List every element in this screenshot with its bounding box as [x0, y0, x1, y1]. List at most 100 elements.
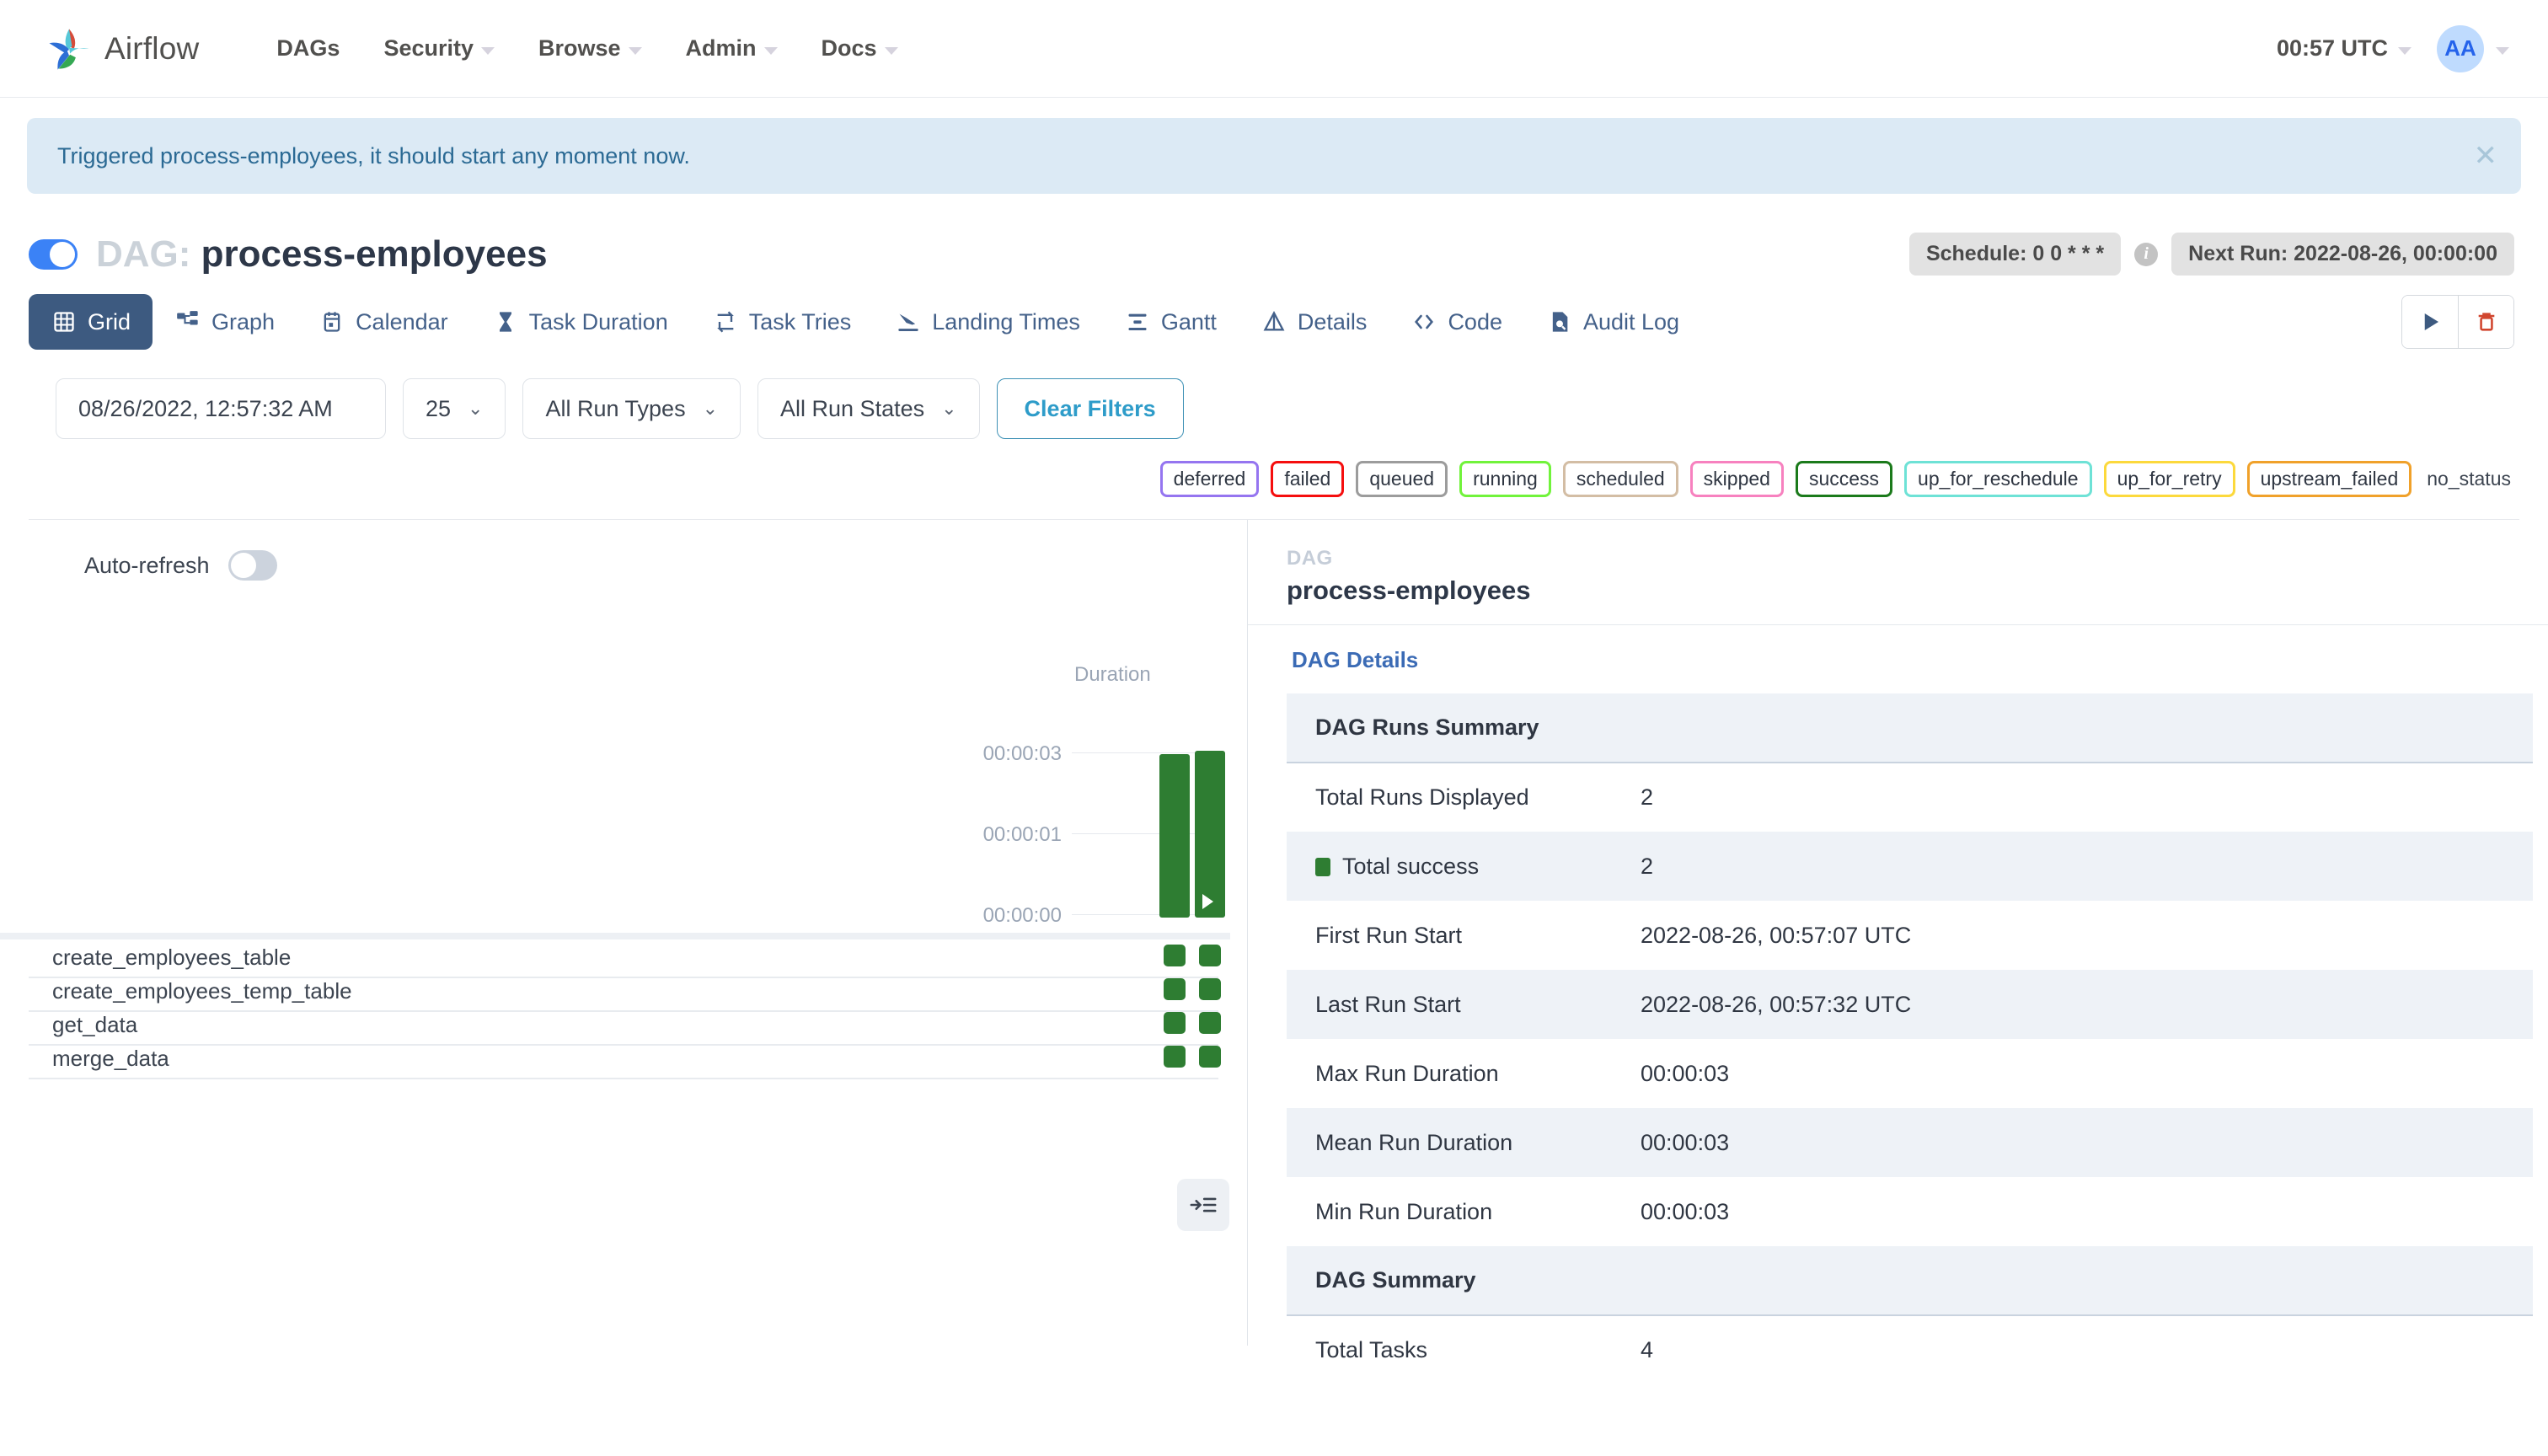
- table-section-header: DAG Summary: [1287, 1246, 2533, 1315]
- delete-dag-button[interactable]: [2458, 296, 2513, 348]
- task-instance-cell[interactable]: [1199, 1012, 1221, 1034]
- status-badge-upstream-failed[interactable]: upstream_failed: [2246, 461, 2412, 497]
- run-state-value: All Run States: [780, 395, 925, 421]
- task-row-label[interactable]: create_employees_temp_table: [52, 978, 352, 1004]
- tab-label: Landing Times: [932, 308, 1080, 335]
- tab-dag-details[interactable]: DAG Details: [1292, 647, 1418, 673]
- info-icon[interactable]: i: [2134, 242, 2159, 266]
- tab-task-duration[interactable]: Task Duration: [470, 294, 690, 350]
- schedule-badge: Schedule: 0 0 * * *: [1908, 233, 2122, 276]
- status-badge-deferred[interactable]: deferred: [1159, 461, 1260, 497]
- run-date-input[interactable]: 08/26/2022, 12:57:32 AM: [56, 378, 386, 439]
- task-row-label[interactable]: get_data: [52, 1012, 137, 1038]
- success-swatch-icon: [1315, 857, 1330, 876]
- chevron-down-icon: [628, 46, 642, 55]
- next-run-badge: Next Run: 2022-08-26, 00:00:00: [2171, 233, 2514, 276]
- table-row: Min Run Duration 00:00:03: [1287, 1177, 2533, 1246]
- task-instance-cell[interactable]: [1164, 945, 1186, 966]
- details-pane: DAG process-employees DAG Details DAG Ru…: [1247, 520, 2548, 1362]
- table-row: Total success 2: [1287, 832, 2533, 901]
- status-badge-queued[interactable]: queued: [1356, 461, 1448, 497]
- alert-container: Triggered process-employees, it should s…: [0, 98, 2548, 194]
- tab-task-tries[interactable]: Task Tries: [690, 294, 874, 350]
- nav-link-admin[interactable]: Admin: [664, 35, 800, 62]
- tab-gantt[interactable]: Gantt: [1102, 294, 1239, 350]
- retry-icon: [712, 308, 739, 335]
- row-label-text: Total success: [1342, 853, 1480, 879]
- selected-run-marker: [1202, 894, 1213, 909]
- tab-audit-log[interactable]: Audit Log: [1524, 294, 1701, 350]
- nav-link-browse[interactable]: Browse: [517, 35, 664, 62]
- status-badge-skipped[interactable]: skipped: [1689, 461, 1784, 497]
- tab-label: Audit Log: [1582, 308, 1680, 335]
- task-instance-cell[interactable]: [1199, 978, 1221, 1000]
- trigger-dag-button[interactable]: [2402, 296, 2458, 348]
- filter-bar: 08/26/2022, 12:57:32 AM 25 ⌄ All Run Typ…: [0, 350, 2548, 439]
- tab-calendar[interactable]: Calendar: [297, 294, 470, 350]
- tab-grid[interactable]: Grid: [29, 294, 153, 350]
- row-label: Total success: [1287, 832, 1641, 901]
- nav-link-label: Browse: [538, 35, 621, 61]
- section-label: DAG Summary: [1315, 1267, 1476, 1293]
- nav-link-security[interactable]: Security: [361, 35, 517, 62]
- tab-label: Gantt: [1160, 308, 1217, 335]
- run-limit-value: 25: [426, 395, 452, 421]
- trash-icon: [2478, 313, 2494, 331]
- brand-logo-group[interactable]: Airflow: [46, 24, 199, 73]
- tab-label: Details: [1297, 308, 1368, 335]
- tab-graph[interactable]: Graph: [153, 294, 297, 350]
- tab-landing-times[interactable]: Landing Times: [873, 294, 1102, 350]
- tab-code[interactable]: Code: [1389, 294, 1524, 350]
- duration-bar[interactable]: [1159, 754, 1190, 918]
- nav-link-docs[interactable]: Docs: [800, 35, 920, 62]
- task-row-label[interactable]: merge_data: [52, 1046, 169, 1072]
- audit-icon: [1546, 308, 1573, 335]
- clear-filters-button[interactable]: Clear Filters: [996, 378, 1184, 439]
- duration-axis-title: Duration: [1074, 663, 1151, 686]
- task-instance-cell[interactable]: [1164, 978, 1186, 1000]
- row-label: Max Run Duration: [1315, 1060, 1499, 1086]
- dag-header: DAG: process-employees Schedule: 0 0 * *…: [0, 194, 2548, 276]
- details-icon: [1261, 308, 1287, 335]
- tab-label: Grid: [88, 308, 131, 335]
- task-row-label[interactable]: create_employees_table: [52, 945, 291, 971]
- run-limit-select[interactable]: 25 ⌄: [403, 378, 506, 439]
- status-badge-up-for-retry[interactable]: up_for_retry: [2103, 461, 2235, 497]
- tab-label: Graph: [211, 308, 276, 335]
- run-date-value: 08/26/2022, 12:57:32 AM: [78, 395, 333, 421]
- close-icon[interactable]: ✕: [2474, 142, 2498, 170]
- run-type-select[interactable]: All Run Types ⌄: [522, 378, 741, 439]
- user-menu[interactable]: AA: [2437, 24, 2509, 72]
- nav-link-label: Docs: [821, 35, 877, 61]
- row-value: 2022-08-26, 00:57:07 UTC: [1641, 922, 1912, 948]
- status-badge-running[interactable]: running: [1459, 461, 1551, 497]
- tab-details[interactable]: Details: [1239, 294, 1389, 350]
- clock-selector[interactable]: 00:57 UTC: [2277, 35, 2412, 62]
- status-badge-no-status[interactable]: no_status: [2423, 463, 2514, 495]
- row-value: 00:00:03: [1641, 1060, 1730, 1086]
- task-instance-cell[interactable]: [1199, 945, 1221, 966]
- status-badge-success[interactable]: success: [1795, 461, 1893, 497]
- status-badge-scheduled[interactable]: scheduled: [1562, 461, 1678, 497]
- brand-name: Airflow: [104, 30, 200, 66]
- chevron-down-icon: [2398, 46, 2412, 55]
- nav-link-dags[interactable]: DAGs: [254, 35, 361, 62]
- task-instance-cell[interactable]: [1199, 1046, 1221, 1068]
- nav-link-label: Security: [383, 35, 474, 61]
- dag-pause-toggle[interactable]: [29, 238, 78, 270]
- y-tick-label: 00:00:03: [982, 742, 1062, 765]
- auto-refresh-toggle[interactable]: [228, 550, 277, 581]
- status-badge-up-for-reschedule[interactable]: up_for_reschedule: [1904, 461, 2092, 497]
- task-instance-cell[interactable]: [1164, 1012, 1186, 1034]
- run-state-select[interactable]: All Run States ⌄: [757, 378, 980, 439]
- task-instance-cell[interactable]: [1164, 1046, 1186, 1068]
- dag-header-badges: Schedule: 0 0 * * * i Next Run: 2022-08-…: [1908, 233, 2514, 276]
- collapse-rows-icon[interactable]: [1177, 1179, 1229, 1231]
- chevron-down-icon: [481, 46, 495, 55]
- details-tabs: DAG Details: [1248, 625, 2548, 673]
- nav-links: DAGs Security Browse Admin Docs: [254, 35, 919, 62]
- duration-bar[interactable]: [1195, 751, 1225, 918]
- status-badge-failed[interactable]: failed: [1271, 461, 1345, 497]
- view-tabs-row: Grid Graph Calendar Task Duration Task T: [0, 276, 2548, 350]
- view-tabs: Grid Graph Calendar Task Duration Task T: [29, 294, 1701, 350]
